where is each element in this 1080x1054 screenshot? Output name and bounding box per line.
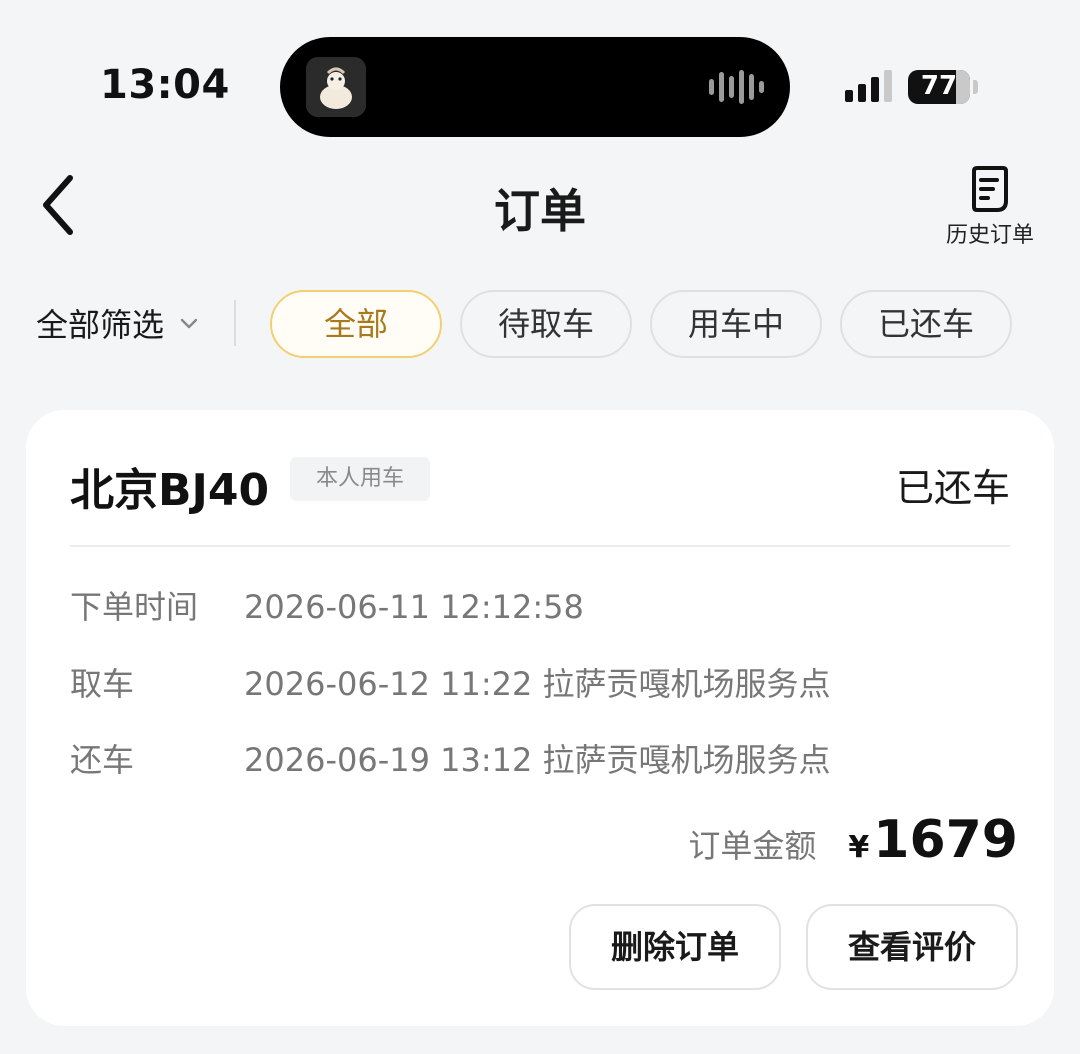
currency-symbol: ¥ [848, 830, 870, 865]
pickup-label: 取车 [70, 665, 135, 703]
return-label: 还车 [70, 741, 135, 779]
view-review-button[interactable]: 查看评价 [806, 904, 1018, 990]
order-amount-value: 1679 [873, 810, 1018, 870]
chevron-down-icon [180, 318, 198, 329]
status-time: 13:04 [100, 62, 230, 108]
tab-returned[interactable]: 已还车 [840, 290, 1012, 358]
card-divider [70, 545, 1010, 547]
car-name: 北京BJ40 [70, 465, 270, 516]
page-title: 订单 [494, 184, 586, 238]
usage-type-badge: 本人用车 [290, 457, 430, 501]
pickup-value: 2026-06-12 11:22 拉萨贡嘎机场服务点 [244, 665, 831, 703]
tab-pending-pickup[interactable]: 待取车 [460, 290, 632, 358]
battery-tip [973, 80, 978, 94]
order-time-label: 下单时间 [70, 588, 199, 626]
filter-divider [234, 300, 236, 346]
return-value: 2026-06-19 13:12 拉萨贡嘎机场服务点 [244, 741, 831, 779]
now-playing-artwork-icon [306, 57, 366, 117]
battery-icon: 77 [908, 70, 970, 104]
orders-page: 13:04 77 订单 历史订单 全部筛选 全部 待取车 用车中 已还车 北京B… [0, 0, 1080, 1054]
pickup-row: 取车 2026-06-12 11:22 拉萨贡嘎机场服务点 [70, 659, 831, 705]
tab-in-use[interactable]: 用车中 [650, 290, 822, 358]
filter-dropdown[interactable]: 全部筛选 [36, 300, 200, 346]
delete-order-button[interactable]: 删除订单 [569, 904, 781, 990]
order-amount-label: 订单金额 [688, 827, 817, 865]
filter-dropdown-label: 全部筛选 [36, 306, 165, 344]
order-time-value: 2026-06-11 12:12:58 [244, 588, 584, 626]
tab-all[interactable]: 全部 [270, 290, 442, 358]
order-card[interactable]: 北京BJ40 本人用车 已还车 下单时间 2026-06-11 12:12:58 … [26, 410, 1054, 1026]
order-status: 已还车 [895, 466, 1010, 510]
order-time-row: 下单时间 2026-06-11 12:12:58 [70, 582, 584, 628]
order-amount-row: 订单金额 ¥ 1679 [688, 810, 1018, 870]
battery-level: 77 [920, 71, 958, 101]
history-orders-button[interactable]: 历史订单 [938, 165, 1042, 249]
return-row: 还车 2026-06-19 13:12 拉萨贡嘎机场服务点 [70, 735, 831, 781]
cellular-signal-icon [845, 70, 892, 102]
audio-waveform-icon [709, 69, 764, 105]
history-orders-label: 历史订单 [945, 223, 1034, 248]
document-list-icon [972, 166, 1008, 212]
dynamic-island[interactable] [280, 37, 790, 137]
